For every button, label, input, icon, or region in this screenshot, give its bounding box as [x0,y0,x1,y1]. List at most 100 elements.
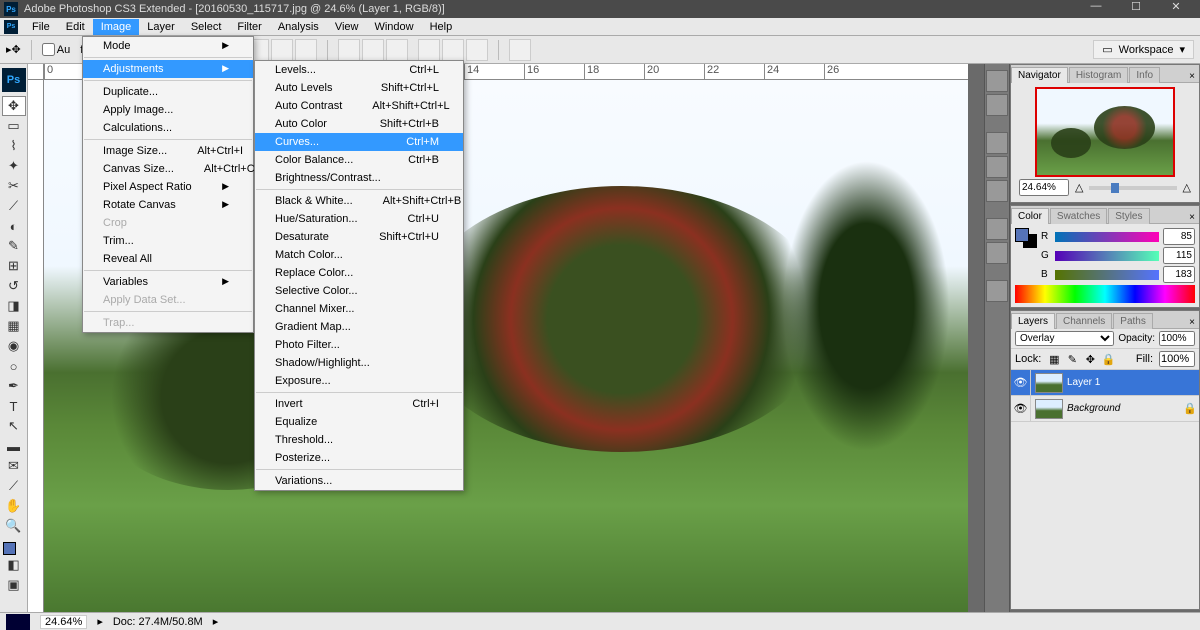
tab-channels[interactable]: Channels [1056,313,1112,329]
align-button[interactable] [295,39,317,61]
menu-item[interactable]: Duplicate... [83,83,253,101]
menu-item[interactable]: Gradient Map... [255,318,463,336]
menu-item[interactable]: Apply Image... [83,101,253,119]
color-swatch[interactable] [0,542,27,555]
menu-item[interactable]: Curves...Ctrl+M [255,133,463,151]
zoom-tool[interactable]: 🔍 [2,516,26,536]
stamp-tool[interactable]: ⊞ [2,256,26,276]
menu-item[interactable]: Selective Color... [255,282,463,300]
tab-paths[interactable]: Paths [1113,313,1153,329]
menu-edit[interactable]: Edit [58,19,93,35]
menu-item[interactable]: Black & White...Alt+Shift+Ctrl+B [255,192,463,210]
zoom-slider[interactable] [1089,186,1176,190]
auto-select-checkbox[interactable]: Au [42,43,70,56]
lock-position-icon[interactable]: ✥ [1083,352,1097,366]
quick-mask-toggle[interactable]: ◧ [2,555,26,575]
align-button[interactable] [271,39,293,61]
navigator-thumbnail[interactable] [1035,87,1175,177]
menu-layer[interactable]: Layer [139,19,183,35]
healing-tool[interactable]: ◐ [2,216,26,236]
blend-mode-select[interactable]: Overlay [1015,331,1114,346]
menu-window[interactable]: Window [366,19,421,35]
menu-item[interactable]: Levels...Ctrl+L [255,61,463,79]
maximize-button[interactable]: ☐ [1116,0,1156,18]
eraser-tool[interactable]: ◨ [2,296,26,316]
lock-all-icon[interactable]: 🔒 [1101,352,1115,366]
r-input[interactable] [1163,228,1195,245]
visibility-icon[interactable]: 👁 [1011,370,1031,395]
minimize-button[interactable]: — [1076,0,1116,18]
panel-menu-icon[interactable]: × [1185,212,1199,223]
panel-icon[interactable] [986,280,1008,302]
menu-help[interactable]: Help [422,19,461,35]
menu-item[interactable]: Calculations... [83,119,253,137]
menu-item[interactable]: Image Size...Alt+Ctrl+I [83,142,253,160]
menu-item[interactable]: Equalize [255,413,463,431]
menu-item[interactable]: Reveal All [83,250,253,268]
distribute-button[interactable] [362,39,384,61]
menu-item[interactable]: Auto LevelsShift+Ctrl+L [255,79,463,97]
screen-mode-toggle[interactable]: ▣ [2,575,26,595]
layer-name[interactable]: Layer 1 [1067,377,1199,388]
layer-row[interactable]: 👁Background🔒 [1011,396,1199,422]
panel-icon[interactable] [986,70,1008,92]
panel-icon[interactable] [986,156,1008,178]
menu-item[interactable]: Rotate Canvas▶ [83,196,253,214]
opacity-input[interactable] [1159,331,1195,346]
g-input[interactable] [1163,247,1195,264]
distribute-button[interactable] [442,39,464,61]
menu-item[interactable]: Posterize... [255,449,463,467]
tab-layers[interactable]: Layers [1011,313,1055,329]
menu-item[interactable]: Exposure... [255,372,463,390]
menu-item[interactable]: Hue/Saturation...Ctrl+U [255,210,463,228]
menu-item[interactable]: Auto ColorShift+Ctrl+B [255,115,463,133]
layer-thumbnail[interactable] [1035,399,1063,419]
panel-icon[interactable] [986,242,1008,264]
zoom-out-icon[interactable]: △ [1075,181,1083,194]
menu-item[interactable]: Brightness/Contrast... [255,169,463,187]
chevron-icon[interactable]: ▸ [213,615,219,628]
menu-item[interactable]: Shadow/Highlight... [255,354,463,372]
color-spectrum[interactable] [1015,285,1195,303]
panel-icon[interactable] [986,180,1008,202]
crop-tool[interactable]: ✂ [2,176,26,196]
menu-item[interactable]: Color Balance...Ctrl+B [255,151,463,169]
zoom-readout[interactable]: 24.64% [40,615,87,629]
menu-image[interactable]: Image [93,19,140,35]
close-button[interactable]: ✕ [1156,0,1196,18]
menu-item[interactable]: Replace Color... [255,264,463,282]
history-brush-tool[interactable]: ↺ [2,276,26,296]
move-tool[interactable]: ✥ [2,96,26,116]
menu-item[interactable]: Variations... [255,472,463,490]
gradient-tool[interactable]: ▦ [2,316,26,336]
lock-pixels-icon[interactable]: ▦ [1047,352,1061,366]
notes-tool[interactable]: ✉ [2,456,26,476]
pen-tool[interactable]: ✒ [2,376,26,396]
menu-item[interactable]: Auto ContrastAlt+Shift+Ctrl+L [255,97,463,115]
menu-item[interactable]: Trim... [83,232,253,250]
menu-item[interactable]: Threshold... [255,431,463,449]
path-tool[interactable]: ↖ [2,416,26,436]
dodge-tool[interactable]: ○ [2,356,26,376]
lock-brush-icon[interactable]: ✎ [1065,352,1079,366]
menu-item[interactable]: Photo Filter... [255,336,463,354]
fill-input[interactable] [1159,351,1195,367]
distribute-button[interactable] [466,39,488,61]
visibility-icon[interactable]: 👁 [1011,396,1031,421]
panel-icon[interactable] [986,94,1008,116]
layer-name[interactable]: Background [1067,403,1181,414]
tab-color[interactable]: Color [1011,208,1049,224]
panel-menu-icon[interactable]: × [1185,71,1199,82]
distribute-button[interactable] [386,39,408,61]
workspace-selector[interactable]: ▭ Workspace ▾ [1093,40,1194,59]
distribute-button[interactable] [338,39,360,61]
color-fg-bg[interactable] [1015,228,1037,281]
lasso-tool[interactable]: ⌇ [2,136,26,156]
tab-histogram[interactable]: Histogram [1069,67,1129,83]
menu-item[interactable]: Canvas Size...Alt+Ctrl+C [83,160,253,178]
menu-file[interactable]: File [24,19,58,35]
chevron-icon[interactable]: ▸ [97,615,103,628]
taskbar-thumb[interactable] [6,614,30,630]
zoom-in-icon[interactable]: △ [1183,181,1191,194]
menu-view[interactable]: View [327,19,367,35]
